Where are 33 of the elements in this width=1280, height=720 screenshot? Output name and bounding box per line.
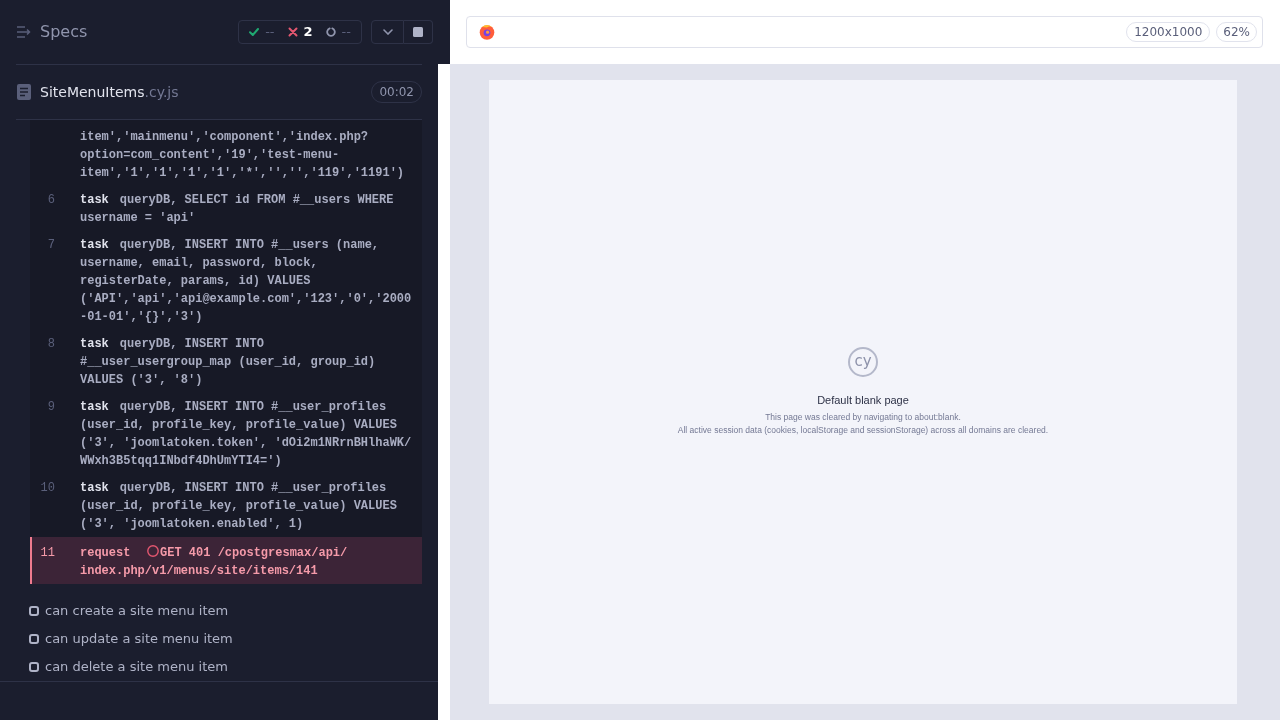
stop-icon xyxy=(413,27,423,37)
test-item[interactable]: can create a site menu item xyxy=(29,601,229,621)
browser-icon xyxy=(479,24,495,40)
page-title: Default blank page xyxy=(817,394,909,407)
document-icon xyxy=(17,84,31,100)
square-icon xyxy=(29,634,39,644)
command-row[interactable]: 7 task queryDB, INSERT INTO #__users (name, username, email, password, block, registerDate, params, id) VALUES ('API','api','api@example.com','123','0','2000-01-01','{}','3') xyxy=(30,231,422,330)
test-item[interactable]: can update a site menu item xyxy=(29,629,233,649)
circle-icon xyxy=(147,545,159,557)
url-bar[interactable]: 1200x1000 62% xyxy=(466,16,1263,48)
square-icon xyxy=(29,606,39,616)
page-note: This page was cleared by navigating to about:blank. xyxy=(765,411,961,424)
test-item[interactable]: can delete a site menu item xyxy=(29,657,228,677)
command-row[interactable]: item','mainmenu','component','index.php?option=com_content','19','test-menu-item','1','1','1','1','*','','','119','1191') xyxy=(30,120,422,186)
logo: cy xyxy=(848,347,878,377)
spec-name[interactable]: SiteMenuItems.cy.js xyxy=(40,81,179,103)
page-note: All active session data (cookies, localStorage and sessionStorage) across all domains are cleared. xyxy=(677,424,1049,437)
lines-arrow-icon[interactable] xyxy=(17,26,31,38)
square-icon xyxy=(29,662,39,672)
command-row[interactable]: 10 task queryDB, INSERT INTO #__user_profiles (user_id, profile_key, profile_value) VALUES ('3', 'joomlatoken.enabled', 1) xyxy=(30,474,422,537)
command-row[interactable]: 8 task queryDB, INSERT INTO #__user_usergroup_map (user_id, group_id) VALUES ('3', '8') xyxy=(30,330,422,393)
ring-icon xyxy=(325,27,336,37)
stat-count: 2 xyxy=(303,24,313,40)
command-row[interactable]: 11 request GET 401 /cpostgresmax/api/index.php/v1/menus/site/items/141 xyxy=(30,537,422,584)
command-row[interactable]: 9 task queryDB, INSERT INTO #__user_profiles (user_id, profile_key, profile_value) VALUES ('3', 'joomlatoken.token', 'dOi2m1NRrnBHlhaWK/WWxh3B5tqq1INbdf4DhUmYTI4=') xyxy=(30,393,422,474)
cross-icon xyxy=(287,27,298,37)
command-row[interactable]: 6 task queryDB, SELECT id FROM #__users WHERE username = 'api' xyxy=(30,186,422,231)
panel-title: Specs xyxy=(40,21,88,43)
check-icon xyxy=(249,28,260,36)
chevron-down-icon xyxy=(382,29,393,35)
stop-button[interactable] xyxy=(404,20,433,44)
stat-count: -- xyxy=(341,24,351,40)
stat-count: -- xyxy=(265,24,275,40)
